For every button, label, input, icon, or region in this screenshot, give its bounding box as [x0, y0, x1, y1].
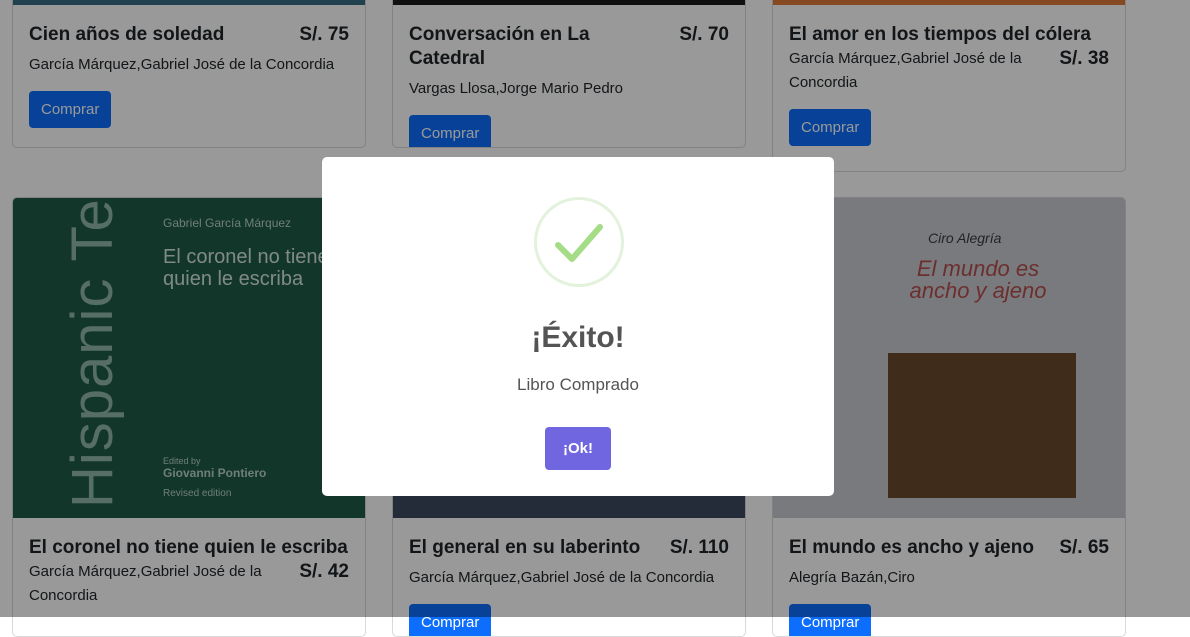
ok-button[interactable]: ¡Ok!: [545, 427, 611, 470]
dialog-message: Libro Comprado: [517, 375, 639, 394]
success-dialog: ¡Éxito! Libro Comprado ¡Ok!: [322, 157, 834, 496]
dialog-title: ¡Éxito!: [531, 321, 625, 354]
check-icon: [555, 224, 603, 262]
